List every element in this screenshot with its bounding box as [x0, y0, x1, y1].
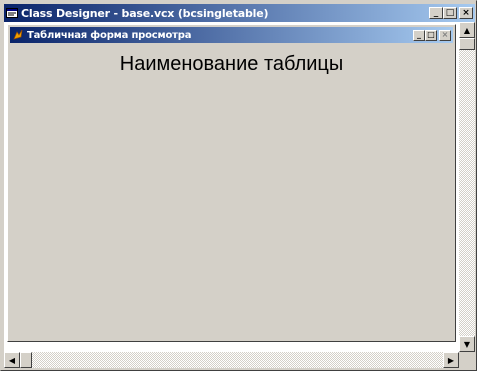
- form-minimize-button[interactable]: _: [413, 29, 425, 41]
- close-button[interactable]: ×: [459, 7, 473, 19]
- horizontal-scroll-thumb[interactable]: [20, 352, 32, 368]
- class-designer-icon: [6, 8, 18, 18]
- minimize-icon: _: [433, 7, 439, 18]
- minimize-button[interactable]: _: [429, 7, 443, 19]
- scroll-left-button[interactable]: ◀: [4, 352, 20, 368]
- scrollbar-corner: [459, 352, 475, 368]
- minimize-icon: _: [417, 30, 421, 39]
- arrow-down-icon: ▼: [463, 339, 471, 349]
- form-maximize-button[interactable]: □: [425, 29, 437, 41]
- table-name-label[interactable]: Наименование таблицы: [8, 53, 455, 76]
- window-title: Class Designer - base.vcx (bcsingletable…: [21, 6, 269, 20]
- scroll-up-button[interactable]: ▲: [459, 22, 475, 38]
- form-close-button[interactable]: ×: [439, 29, 451, 41]
- scroll-right-button[interactable]: ▶: [443, 352, 459, 368]
- form-titlebar[interactable]: Табличная форма просмотра _ □ ×: [10, 27, 453, 43]
- maximize-icon: □: [445, 7, 455, 18]
- close-icon: ×: [462, 7, 470, 18]
- class-designer-window: Class Designer - base.vcx (bcsingletable…: [0, 0, 477, 371]
- arrow-left-icon: ◀: [8, 355, 16, 365]
- maximize-button[interactable]: □: [443, 7, 457, 19]
- fox-form-icon: [13, 29, 23, 40]
- arrow-right-icon: ▶: [447, 355, 455, 365]
- scroll-down-button[interactable]: ▼: [459, 336, 475, 352]
- designer-canvas[interactable]: Табличная форма просмотра _ □ × Наименов…: [4, 22, 459, 352]
- vertical-scroll-thumb[interactable]: [459, 38, 475, 50]
- vertical-scrollbar[interactable]: ▲ ▼: [459, 22, 475, 352]
- class-designer-titlebar[interactable]: Class Designer - base.vcx (bcsingletable…: [4, 4, 475, 22]
- form-window[interactable]: Табличная форма просмотра _ □ × Наименов…: [7, 24, 456, 342]
- horizontal-scrollbar[interactable]: ◀ ▶: [4, 352, 459, 368]
- arrow-up-icon: ▲: [463, 25, 471, 35]
- form-title: Табличная форма просмотра: [27, 29, 192, 41]
- maximize-icon: □: [427, 30, 435, 39]
- close-icon: ×: [441, 30, 449, 39]
